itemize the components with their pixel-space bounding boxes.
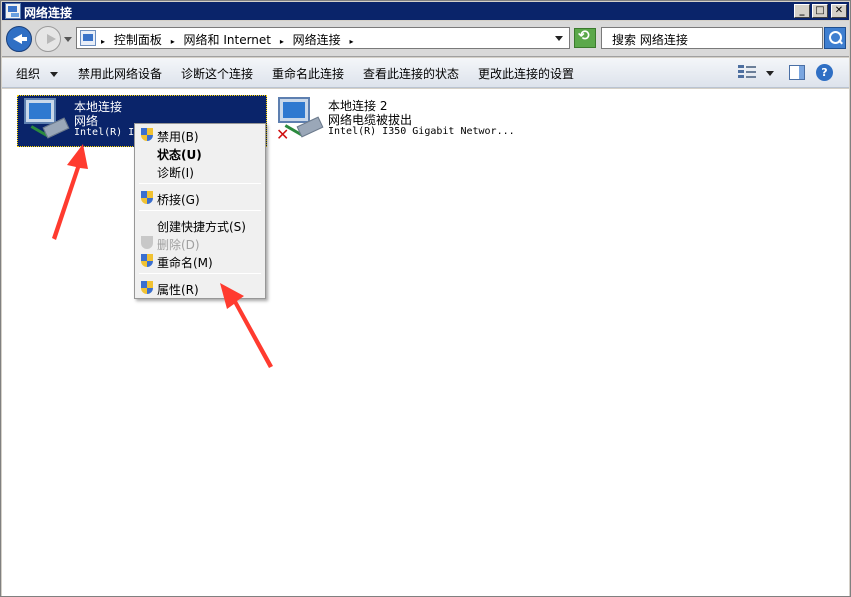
annotation-arrow-right — [220, 283, 273, 368]
annotation-arrows — [52, 144, 273, 368]
annotation-arrow-left — [52, 144, 88, 240]
explorer-window: 网络连接 _ □ ✕ ▸ 控制面板 ▸ 网络和 Internet ▸ 网络连接 … — [0, 0, 851, 597]
